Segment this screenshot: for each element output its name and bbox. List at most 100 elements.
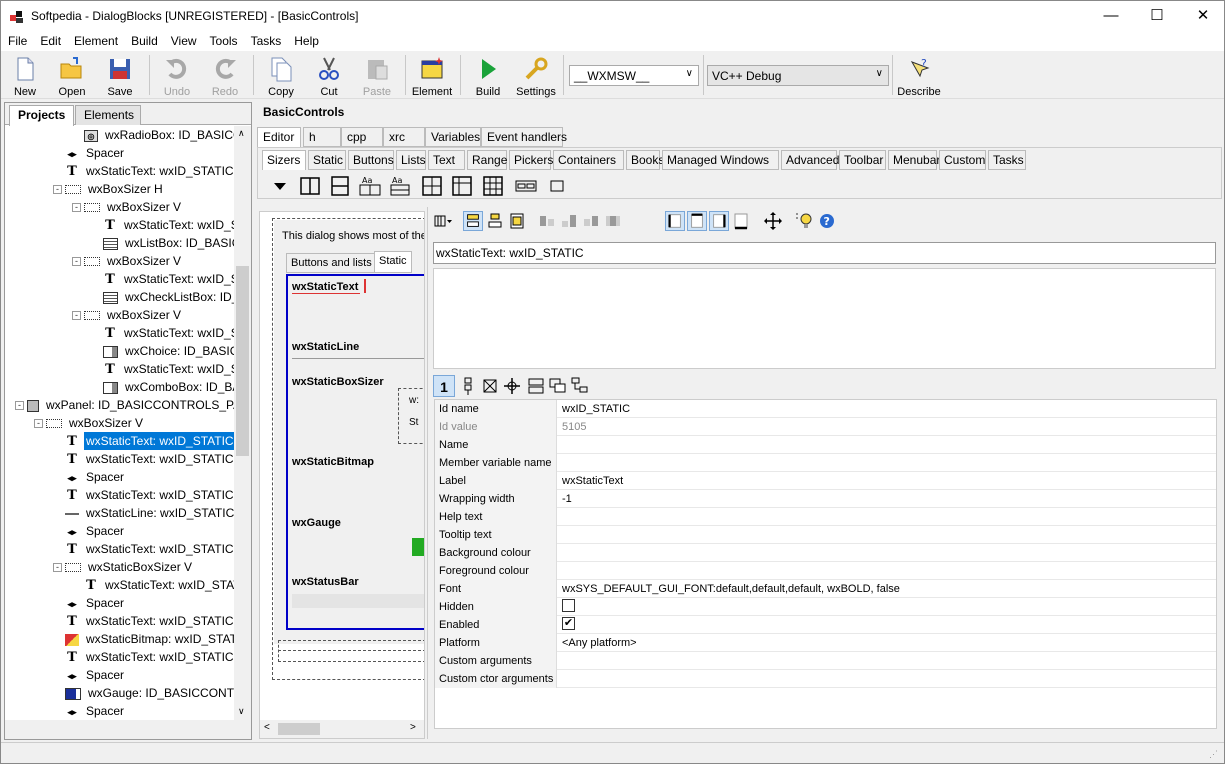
stack-icon[interactable] (525, 375, 547, 397)
configuration-combo[interactable]: VC++ Debug ∨ (707, 65, 889, 86)
tab-projects[interactable]: Projects (9, 105, 75, 126)
grid-bag-sizer-icon[interactable] (481, 174, 505, 198)
tab-cpp[interactable]: cpp (341, 127, 383, 147)
property-row[interactable]: Hidden (435, 598, 1216, 616)
preview-tab-buttons[interactable]: Buttons and lists (286, 253, 377, 273)
tree-item[interactable]: wxStaticLine: wxID_STATIC (65, 504, 234, 522)
panel-splitter[interactable] (427, 207, 431, 739)
tree-item[interactable]: ◂▸ Spacer (65, 702, 126, 720)
spacer-box-icon[interactable] (546, 174, 570, 198)
tree-collapse-toggle[interactable]: - (34, 419, 43, 428)
tree-item[interactable]: TwxStaticText: wxID_STAT (103, 270, 234, 288)
grid-sizer-icon[interactable] (420, 174, 444, 198)
palette-tab-lists[interactable]: Lists (396, 150, 426, 170)
border-top-icon[interactable] (687, 211, 707, 231)
menu-tools[interactable]: Tools (203, 31, 244, 48)
minimize-button[interactable]: — (1088, 1, 1134, 31)
property-value[interactable] (558, 652, 1216, 670)
property-row[interactable]: Background colour (435, 544, 1216, 562)
property-value[interactable] (558, 670, 1216, 688)
align-top-icon[interactable] (463, 211, 483, 231)
tree-item[interactable]: wxStaticBoxSizer V (65, 558, 194, 576)
platform-combo[interactable]: __WXMSW__ ∨ (569, 65, 699, 86)
move-icon[interactable] (501, 375, 523, 397)
tree-item[interactable]: ◂▸ Spacer (65, 594, 126, 612)
property-value[interactable]: -1 (558, 490, 1216, 508)
tree-item[interactable]: wxPanel: ID_BASICCONTROLS_PANEL1 (27, 396, 234, 414)
palette-tab-sizers[interactable]: Sizers (262, 150, 306, 170)
property-row[interactable]: Custom ctor arguments (435, 670, 1216, 688)
palette-tab-books[interactable]: Books (626, 150, 664, 170)
describe-button[interactable]: ? Describe (895, 53, 943, 98)
horizontal-sizer-icon[interactable] (298, 174, 322, 198)
tree-item[interactable]: TwxStaticText: wxID_STATIC (65, 648, 234, 666)
tree-item[interactable]: wxStaticBitmap: wxID_STATIC (65, 630, 234, 648)
tree-item[interactable]: wxBoxSizer V (84, 306, 183, 324)
cut-button[interactable]: Cut (305, 53, 353, 98)
sizer-props-icon[interactable] (457, 375, 479, 397)
tab-event-handlers[interactable]: Event handlers (481, 127, 567, 147)
tip-lightbulb-icon[interactable] (795, 211, 815, 231)
unchecked-checkbox[interactable] (562, 599, 575, 612)
property-row[interactable]: Font wxSYS_DEFAULT_GUI_FONT:default,defau… (435, 580, 1216, 598)
undo-button[interactable]: Undo (153, 53, 201, 98)
maximize-button[interactable]: ☐ (1134, 1, 1180, 31)
tree-item[interactable]: wxBoxSizer V (84, 198, 183, 216)
settings-button[interactable]: Settings (512, 53, 560, 98)
tree-item[interactable]: TwxStaticText: wxID_STATIC (84, 576, 234, 594)
menu-element[interactable]: Element (67, 31, 124, 48)
static-box-sizer-v-icon[interactable]: Aa (388, 174, 412, 198)
palette-tab-buttons[interactable]: Buttons (348, 150, 394, 170)
resize-grip-icon[interactable]: ⋰ (1209, 749, 1218, 760)
tree-item[interactable]: ◎ wxRadioBox: ID_BASICCONT (84, 126, 234, 144)
tree-item[interactable]: ◂▸ Spacer (65, 666, 126, 684)
close-button[interactable]: ✕ (1180, 1, 1225, 31)
tree-item[interactable]: wxComboBox: ID_BASIC (103, 378, 234, 396)
property-value[interactable]: wxID_STATIC (558, 400, 1216, 418)
property-row[interactable]: Platform <Any platform> (435, 634, 1216, 652)
static-box-sizer-h-icon[interactable]: Aa (358, 174, 382, 198)
align-center-v-icon[interactable] (485, 211, 505, 231)
expand-icon[interactable] (603, 211, 623, 231)
save-button[interactable]: Save (96, 53, 144, 98)
property-row[interactable]: Foreground colour (435, 562, 1216, 580)
align-right-icon[interactable] (581, 211, 601, 231)
property-value[interactable]: ✔ (558, 616, 1216, 634)
property-row[interactable]: Help text (435, 508, 1216, 526)
menu-view[interactable]: View (164, 31, 203, 48)
align-left-icon[interactable] (537, 211, 557, 231)
preview-horizontal-scrollbar[interactable]: < > (260, 720, 424, 738)
paste-button[interactable]: Paste (353, 53, 401, 98)
tree-item[interactable]: wxBoxSizer V (46, 414, 145, 432)
tree-collapse-toggle[interactable]: - (53, 185, 62, 194)
help-icon[interactable]: ? (817, 211, 837, 231)
palette-tab-static[interactable]: Static (308, 150, 346, 170)
tree-item[interactable]: TwxStaticText: wxID_STAT (103, 216, 234, 234)
tree-vertical-scrollbar[interactable]: ∧ ∨ (234, 126, 251, 720)
menu-build[interactable]: Build (124, 31, 164, 48)
align-center-h-icon[interactable] (559, 211, 579, 231)
palette-tab-custom[interactable]: Custom (939, 150, 986, 170)
preview-tab-static[interactable]: Static (374, 251, 412, 273)
tree-item[interactable]: TwxStaticText: wxID_STAT (103, 324, 234, 342)
tab-editor[interactable]: Editor (257, 127, 301, 148)
element-button[interactable]: Element (408, 53, 456, 98)
menu-help[interactable]: Help (287, 31, 325, 48)
layers-icon[interactable] (547, 375, 569, 397)
sizer-menu-icon[interactable] (433, 211, 453, 231)
tree-item[interactable]: wxGauge: ID_BASICCONTROLS_ (65, 684, 234, 702)
tree-item[interactable]: TwxStaticText: wxID_STAT (103, 360, 234, 378)
palette-tab-managed-windows[interactable]: Managed Windows (662, 150, 779, 170)
copy-button[interactable]: Copy (257, 53, 305, 98)
checked-checkbox[interactable]: ✔ (562, 617, 575, 630)
tab-variables[interactable]: Variables (425, 127, 481, 147)
tree-item[interactable]: ◂▸ Spacer (65, 468, 126, 486)
property-value[interactable] (558, 598, 1216, 616)
palette-tab-advanced[interactable]: Advanced (781, 150, 839, 170)
property-value[interactable]: wxSYS_DEFAULT_GUI_FONT:default,default,d… (558, 580, 1216, 598)
tree-item[interactable]: TwxStaticText: wxID_STATIC (65, 432, 234, 450)
scroll-left-icon[interactable]: < (264, 722, 270, 733)
tree-item[interactable]: TwxStaticText: wxID_STATIC (65, 612, 234, 630)
property-row[interactable]: Name (435, 436, 1216, 454)
tab-h[interactable]: h (303, 127, 341, 147)
